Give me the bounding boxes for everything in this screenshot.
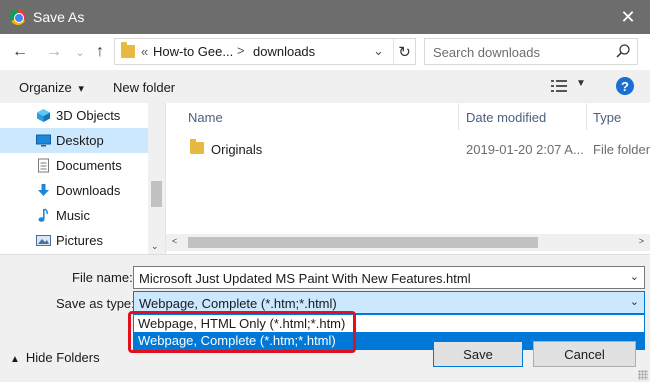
file-name-value: Microsoft Just Updated MS Paint With New…	[139, 271, 471, 286]
download-arrow-icon	[38, 184, 49, 196]
sidebar-item-music[interactable]: Music	[0, 203, 148, 228]
sidebar-item-downloads[interactable]: Downloads	[0, 178, 148, 203]
cube-icon	[37, 109, 50, 122]
chrome-icon	[10, 9, 26, 25]
organize-label: Organize	[19, 80, 72, 95]
organize-caret-icon: ▾	[78, 83, 84, 95]
navigation-pane: 3D Objects Desktop Documents Downloads M…	[0, 103, 166, 254]
annotation-highlight-box	[128, 311, 356, 353]
search-placeholder: Search downloads	[433, 45, 540, 60]
music-note-icon	[38, 208, 48, 222]
forward-button[interactable]: →	[44, 42, 64, 62]
sidebar-item-label: Downloads	[56, 183, 121, 198]
close-button[interactable]: ✕	[606, 0, 650, 34]
breadcrumb-separator[interactable]: >	[237, 43, 245, 58]
scrollbar-thumb[interactable]	[188, 237, 538, 248]
horizontal-scrollbar[interactable]: < >	[166, 234, 650, 251]
scroll-down-chevron-icon[interactable]: ⌄	[151, 241, 159, 252]
recent-locations-chevron-icon[interactable]: ⌄	[70, 42, 90, 62]
sidebar-item-pictures[interactable]: Pictures	[0, 228, 148, 253]
address-dropdown-chevron-icon[interactable]: ⌄	[373, 43, 384, 59]
sidebar-item-label: Pictures	[56, 233, 103, 248]
organize-button[interactable]: Organize ▾	[19, 80, 84, 95]
sidebar-scrollbar[interactable]: ⌄	[148, 103, 165, 254]
sidebar-item-label: Music	[56, 208, 90, 223]
hide-folders-button[interactable]: ▲ Hide Folders	[10, 350, 100, 365]
column-header-name[interactable]: Name	[188, 110, 223, 125]
column-divider[interactable]	[586, 103, 587, 130]
file-name: Originals	[211, 142, 263, 157]
save-type-label: Save as type:	[56, 296, 135, 311]
sidebar-item-desktop[interactable]: Desktop	[0, 128, 148, 153]
navigation-bar: ← → ⌄ ↑ « How-to Gee... > downloads ⌄ ↻ …	[0, 34, 650, 70]
help-button[interactable]: ?	[616, 77, 634, 95]
search-box[interactable]: Search downloads	[424, 38, 638, 65]
hide-folders-label: Hide Folders	[25, 350, 100, 365]
column-divider[interactable]	[458, 103, 459, 130]
save-button[interactable]: Save	[433, 341, 523, 367]
chevron-down-icon[interactable]: ⌄	[630, 270, 639, 283]
documents-icon	[38, 158, 49, 173]
save-type-value: Webpage, Complete (*.htm;*.html)	[139, 296, 337, 311]
view-options-caret-icon[interactable]: ▼	[576, 78, 586, 89]
sidebar-item-label: 3D Objects	[56, 108, 121, 123]
sidebar-item-label: Documents	[56, 158, 122, 173]
title-bar: Save As ✕	[0, 0, 650, 34]
sidebar-item-documents[interactable]: Documents	[0, 153, 148, 178]
folder-icon	[190, 139, 204, 154]
chevron-down-icon[interactable]: ⌄	[630, 295, 639, 308]
command-toolbar: Organize ▾ New folder ▼ ?	[0, 70, 650, 103]
search-icon	[616, 44, 630, 58]
file-list: Name Date modified Type Originals 2019-0…	[166, 103, 650, 254]
sidebar-item-3d-objects[interactable]: 3D Objects	[0, 103, 148, 128]
scrollbar-thumb[interactable]	[151, 181, 162, 207]
scroll-left-icon[interactable]: <	[172, 236, 177, 246]
chevron-up-icon: ▲	[10, 354, 20, 365]
breadcrumb-segment[interactable]: downloads	[253, 44, 315, 59]
file-type: File folder	[593, 142, 650, 157]
file-date: 2019-01-20 2:07 A...	[466, 142, 584, 157]
up-button[interactable]: ↑	[90, 42, 110, 62]
cancel-button[interactable]: Cancel	[533, 341, 636, 367]
folder-icon	[121, 42, 135, 58]
column-header-date[interactable]: Date modified	[466, 110, 546, 125]
breadcrumb-overflow[interactable]: «	[141, 44, 148, 59]
desktop-icon	[36, 134, 51, 147]
resize-grip-icon[interactable]	[638, 370, 648, 380]
scroll-right-icon[interactable]: >	[639, 236, 644, 246]
column-header-type[interactable]: Type	[593, 110, 621, 125]
sidebar-item-label: Desktop	[56, 133, 104, 148]
file-name-input[interactable]: Microsoft Just Updated MS Paint With New…	[133, 266, 645, 289]
refresh-button[interactable]: ↻	[393, 39, 415, 64]
new-folder-button[interactable]: New folder	[113, 80, 175, 95]
address-bar[interactable]: « How-to Gee... > downloads ⌄ ↻	[114, 38, 416, 65]
view-options-icon[interactable]	[551, 79, 567, 93]
breadcrumb-segment[interactable]: How-to Gee...	[153, 44, 233, 59]
file-name-label: File name:	[72, 270, 133, 285]
window-title: Save As	[33, 9, 85, 25]
back-button[interactable]: ←	[10, 42, 30, 62]
pictures-icon	[36, 235, 51, 246]
